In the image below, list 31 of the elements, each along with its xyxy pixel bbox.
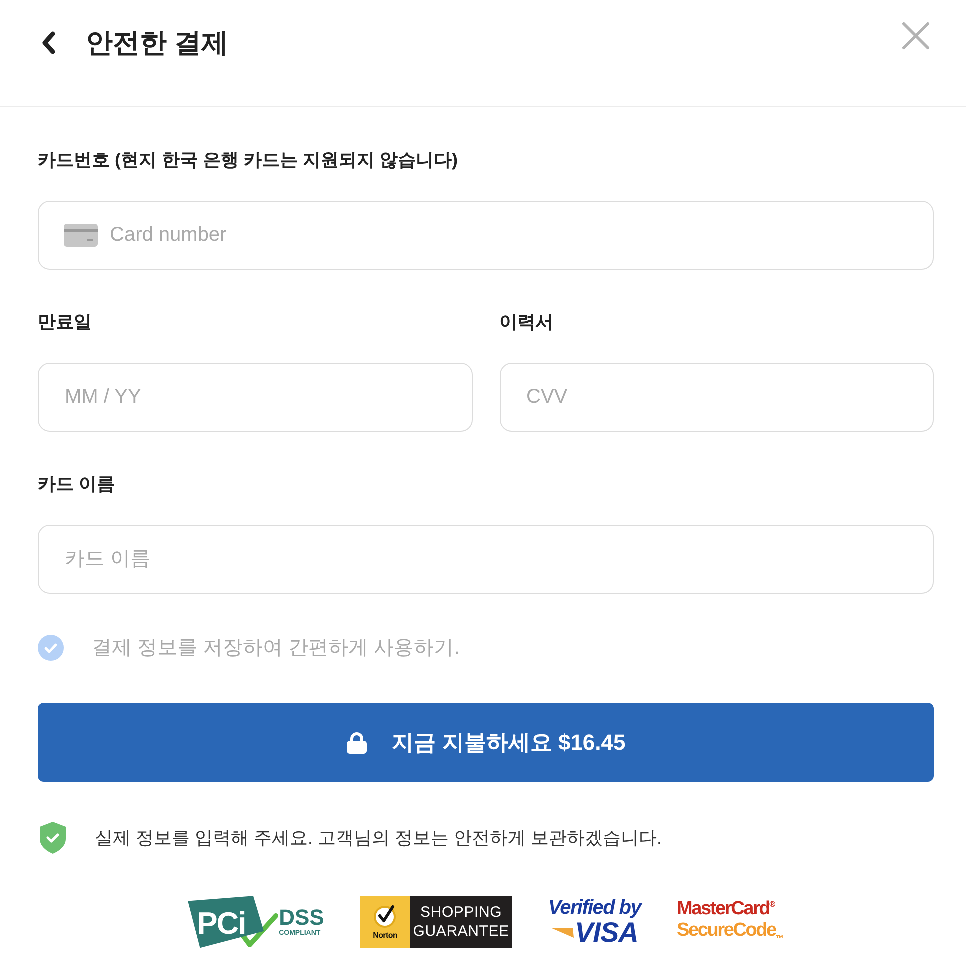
input-field[interactable]: MM / YY (38, 363, 472, 432)
logo-text: DSS (279, 906, 324, 929)
check-icon (44, 642, 58, 654)
pay-button[interactable]: 지금 지불하세요 $16.45 (38, 703, 934, 782)
credit-card-icon (64, 224, 98, 247)
card-number-field[interactable]: Card number (38, 201, 934, 270)
swoosh-icon (551, 927, 575, 940)
chevron-left-icon (41, 31, 57, 55)
checkbox-label: 결제 정보를 저장하여 간편하게 사용하기. (92, 636, 460, 661)
security-note: 실제 정보를 입력해 주세요. 고객님의 정보는 안전하게 보관하겠습니다. (95, 827, 662, 850)
logo-text: Norton (373, 931, 398, 940)
input-field[interactable]: CVV (500, 363, 934, 432)
check-ring-icon (373, 904, 398, 928)
shield-check-icon (40, 822, 66, 854)
lock-icon (346, 732, 368, 754)
field-label: 만료일 (38, 311, 92, 334)
field-label: 카드 이름 (38, 473, 116, 496)
page-title: 안전한 결제 (86, 27, 229, 60)
input-field[interactable]: 카드 이름 (38, 525, 934, 594)
logo-text: SHOPPING (420, 904, 502, 922)
logo-text: Verified by (548, 897, 642, 920)
logo-text: VISA (575, 919, 638, 948)
logo-text: SecureCode$_{™}$ (677, 920, 784, 946)
logo-text: MasterCard$^{®}$ (677, 897, 776, 920)
close-icon (902, 22, 930, 50)
field-label: 이력서 (500, 311, 554, 334)
field-label: 카드번호 (현지 한국 은행 카드는 지원되지 않습니다) (38, 149, 458, 172)
checkbox[interactable] (38, 635, 64, 661)
close-button[interactable] (901, 21, 931, 51)
logo-mark: PCi (188, 896, 264, 948)
logo-text: GUARANTEE (413, 923, 510, 940)
